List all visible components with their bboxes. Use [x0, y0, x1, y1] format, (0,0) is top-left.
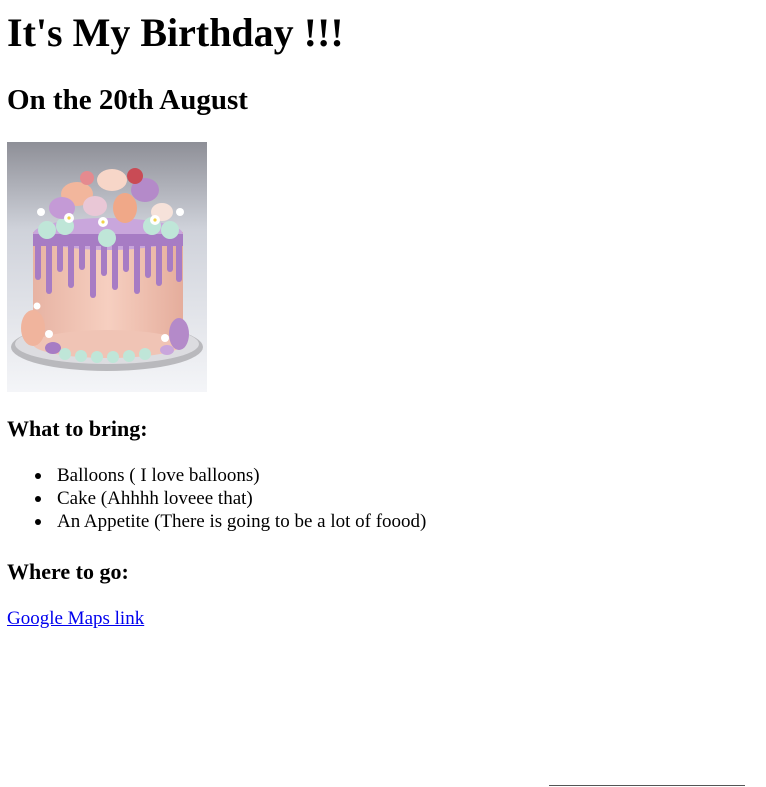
bring-list: Balloons ( I love balloons) Cake (Ahhhh …	[7, 464, 426, 533]
cake-image	[7, 142, 207, 392]
page-title: It's My Birthday !!!	[7, 10, 344, 55]
list-item-label: An Appetite (There is going to be a lot …	[57, 511, 427, 532]
bullet-icon	[35, 473, 41, 479]
bullet-icon	[35, 496, 41, 502]
list-item: Cake (Ahhhh loveee that)	[35, 487, 426, 510]
divider	[549, 785, 745, 786]
date-subtitle: On the 20th August	[7, 84, 248, 116]
list-item-label: Balloons ( I love balloons)	[57, 465, 260, 486]
list-item: An Appetite (There is going to be a lot …	[35, 510, 427, 533]
list-item: Balloons ( I love balloons)	[35, 464, 426, 487]
where-heading: Where to go:	[7, 559, 129, 584]
google-maps-link[interactable]: Google Maps link	[7, 607, 144, 630]
list-item-label: Cake (Ahhhh loveee that)	[57, 488, 253, 509]
bullet-icon	[35, 519, 41, 525]
bring-heading: What to bring:	[7, 416, 148, 441]
